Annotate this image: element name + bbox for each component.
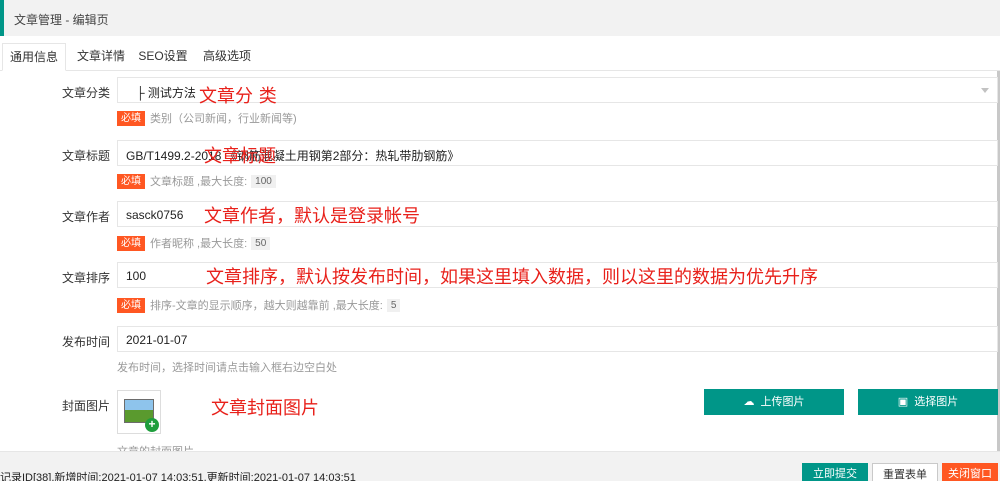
title-value: GB/T1499.2-2018 《钢筋混凝土用钢第2部分：热轧带肋钢筋》 <box>126 149 460 163</box>
publish-time-label: 发布时间 <box>61 335 110 349</box>
annotation-author: 文章作者，默认是登录帐号 <box>204 206 420 227</box>
author-hint: 必填 作者昵称 ,最大长度: 50 <box>117 235 271 251</box>
window-titlebar: 文章管理 - 编辑页 <box>0 0 1000 36</box>
cover-label: 封面图片 <box>61 399 110 413</box>
submit-button[interactable]: 立即提交 <box>802 463 868 481</box>
category-hint-text: 类别（公司新闻，行业新闻等) <box>150 113 297 125</box>
title-max-length: 100 <box>251 174 276 188</box>
select-image-button[interactable]: ▣ 选择图片 <box>858 389 998 415</box>
image-icon: ▣ <box>897 396 909 408</box>
cloud-upload-icon: ☁ <box>743 396 755 408</box>
required-badge: 必填 <box>117 110 145 126</box>
sort-label: 文章排序 <box>61 271 110 285</box>
annotation-cover: 文章封面图片 <box>211 398 319 419</box>
category-hint: 必填 类别（公司新闻，行业新闻等) <box>117 110 297 126</box>
required-badge: 必填 <box>117 173 145 189</box>
cover-thumbnail[interactable]: + <box>117 390 161 434</box>
required-badge: 必填 <box>117 235 145 251</box>
title-hint-text: 文章标题 ,最大长度: <box>150 176 248 188</box>
tab-general-info[interactable]: 通用信息 <box>2 43 66 71</box>
publish-time-input[interactable]: 2021-01-07 <box>117 326 998 352</box>
author-value: sasck0756 <box>126 208 184 222</box>
sort-max-length: 5 <box>386 298 401 312</box>
record-info: 记录ID[38],新增时间:2021-01-07 14:03:51,更新时间:2… <box>0 472 356 481</box>
reset-button[interactable]: 重置表单 <box>872 463 938 481</box>
author-hint-text: 作者昵称 ,最大长度: <box>150 238 248 250</box>
window-title: 文章管理 - 编辑页 <box>14 13 109 27</box>
category-label: 文章分类 <box>61 86 110 100</box>
author-max-length: 50 <box>251 236 271 250</box>
title-label: 文章标题 <box>61 149 110 163</box>
publish-time-hint: 发布时间，选择时间请点击输入框右边空白处 <box>117 362 337 374</box>
tab-bar: 通用信息 文章详情 SEO设置 高级选项 <box>0 43 1000 71</box>
title-hint: 必填 文章标题 ,最大长度: 100 <box>117 173 276 189</box>
upload-image-button[interactable]: ☁ 上传图片 <box>704 389 844 415</box>
close-window-button[interactable]: 关闭窗口 <box>942 463 998 481</box>
tab-article-detail[interactable]: 文章详情 <box>70 43 132 71</box>
annotation-category: 文章分 类 <box>199 86 277 107</box>
annotation-sort: 文章排序，默认按发布时间，如果这里填入数据，则以这里的数据为优先升序 <box>206 267 818 288</box>
sort-value: 100 <box>126 269 147 283</box>
author-label: 文章作者 <box>61 210 110 224</box>
tab-seo-settings[interactable]: SEO设置 <box>134 43 192 71</box>
add-icon: + <box>145 418 159 432</box>
required-badge: 必填 <box>117 297 145 313</box>
chevron-down-icon <box>981 88 989 93</box>
annotation-title: 文章标题 <box>204 146 276 167</box>
publish-time-value: 2021-01-07 <box>126 333 188 347</box>
tab-advanced-options[interactable]: 高级选项 <box>196 43 258 71</box>
select-image-label: 选择图片 <box>914 396 959 408</box>
sort-hint: 必填 排序-文章的显示顺序，越大则越靠前 ,最大长度: 5 <box>117 297 401 313</box>
upload-image-label: 上传图片 <box>760 396 805 408</box>
category-value: ├ 测试方法 <box>136 86 196 100</box>
sort-hint-text: 排序-文章的显示顺序，越大则越靠前 ,最大长度: <box>150 300 383 312</box>
footer-bar: 记录ID[38],新增时间:2021-01-07 14:03:51,更新时间:2… <box>0 451 1000 481</box>
